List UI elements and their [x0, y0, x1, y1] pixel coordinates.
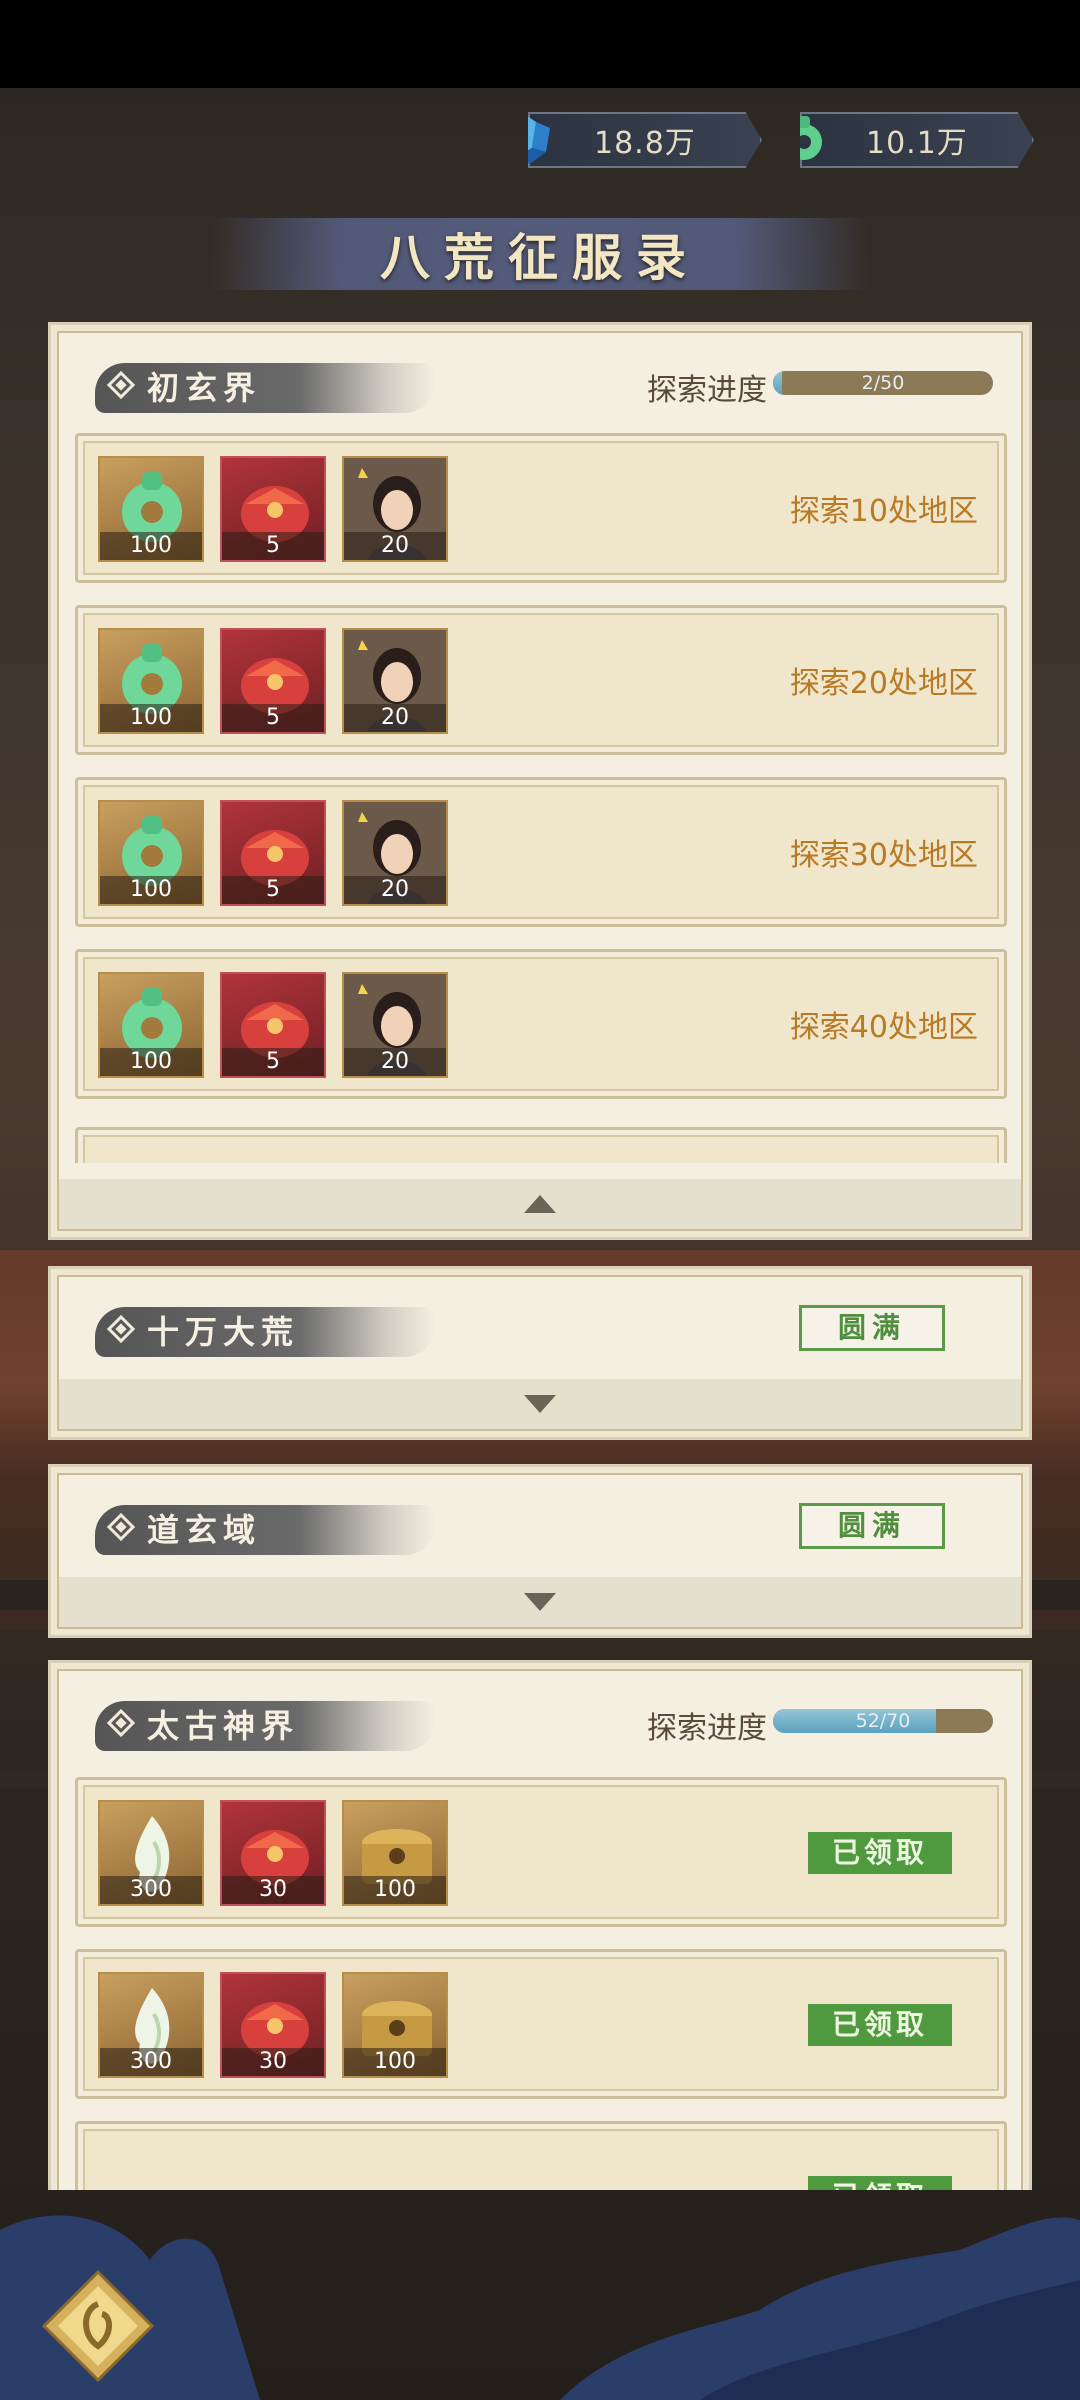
reward-item[interactable]: 5 — [220, 972, 326, 1078]
partial-reward-row — [75, 1127, 1007, 1163]
claimed-badge: 已领取 — [808, 2176, 952, 2190]
reward-quantity: 5 — [222, 1048, 324, 1076]
reward-quantity: 30 — [222, 1876, 324, 1904]
expand-toggle[interactable] — [59, 1379, 1021, 1429]
status-bar — [0, 0, 1080, 88]
reward-row: 100 5 20 探索10处地区 — [75, 433, 1007, 583]
page-title-banner: 八荒征服录 — [210, 218, 870, 290]
reward-item[interactable]: 300 — [98, 1972, 204, 2078]
reward-quantity: 100 — [344, 1876, 446, 1904]
reward-quantity: 100 — [344, 2048, 446, 2076]
reward-item[interactable]: 100 — [98, 800, 204, 906]
reward-quantity: 300 — [100, 2048, 202, 2076]
partial-reward-row: 已领取 — [75, 2121, 1007, 2190]
requirement-text: 探索20处地区 — [789, 666, 978, 701]
region-name: 十万大荒 — [147, 1313, 300, 1351]
reward-item[interactable]: 100 — [98, 456, 204, 562]
reward-item[interactable]: 5 — [220, 456, 326, 562]
reward-item[interactable]: 20 — [342, 972, 448, 1078]
ink-brush-label-bg — [95, 363, 435, 413]
currency-crystal[interactable]: 18.8万 — [528, 112, 762, 168]
region-panel-chuxuanjie: 初玄界 探索进度 2/50 100 5 20 探索10处地区 100 5 20 探索20处地区… — [48, 322, 1032, 1240]
chevron-up-icon — [524, 1195, 556, 1213]
reward-item[interactable]: 5 — [220, 800, 326, 906]
collapse-toggle[interactable] — [59, 1179, 1021, 1229]
currency-jade-value: 10.1万 — [866, 126, 968, 161]
reward-item[interactable]: 100 — [342, 1800, 448, 1906]
reward-item[interactable]: 20 — [342, 456, 448, 562]
reward-item[interactable]: 300 — [98, 1800, 204, 1906]
region-name: 初玄界 — [147, 369, 262, 407]
expand-toggle[interactable] — [59, 1577, 1021, 1627]
chevron-down-icon — [524, 1593, 556, 1611]
reward-quantity: 20 — [344, 532, 446, 560]
claimed-badge: 已领取 — [808, 2004, 952, 2046]
reward-item[interactable]: 30 — [220, 1800, 326, 1906]
reward-row: 300 30 100 已领取 — [75, 1777, 1007, 1927]
progress-label: 探索进度 — [647, 373, 767, 408]
reward-quantity: 5 — [222, 876, 324, 904]
reward-item[interactable]: 100 — [98, 972, 204, 1078]
reward-item[interactable]: 100 — [342, 1972, 448, 2078]
reward-item[interactable]: 20 — [342, 628, 448, 734]
reward-item[interactable]: 20 — [342, 800, 448, 906]
blue-crystal-icon — [528, 114, 550, 164]
reward-item[interactable]: 30 — [220, 1972, 326, 2078]
region-panel-taigushenjie: 太古神界 探索进度 52/70 300 30 100 已领取 300 30 100 已领取 已… — [48, 1660, 1032, 2190]
currency-jade[interactable]: 10.1万 — [800, 112, 1034, 168]
ink-brush-label-bg — [95, 1505, 435, 1555]
reward-item[interactable]: 5 — [220, 628, 326, 734]
chevron-down-icon — [524, 1395, 556, 1413]
progress-bar: 52/70 — [773, 1709, 993, 1733]
region-name: 道玄域 — [147, 1511, 262, 1549]
progress-label: 探索进度 — [647, 1711, 767, 1746]
reward-quantity: 20 — [344, 876, 446, 904]
home-button[interactable] — [42, 2270, 154, 2382]
reward-quantity: 30 — [222, 2048, 324, 2076]
page-title: 八荒征服录 — [380, 228, 700, 287]
requirement-text: 探索30处地区 — [789, 838, 978, 873]
region-name: 太古神界 — [147, 1707, 300, 1745]
region-panel-shiwandahuang: 十万大荒 圆满 — [48, 1266, 1032, 1440]
complete-badge: 圆满 — [799, 1503, 945, 1549]
complete-badge: 圆满 — [799, 1305, 945, 1351]
progress-text: 52/70 — [855, 1710, 911, 1732]
jade-pendant-icon — [800, 116, 822, 160]
progress-bar: 2/50 — [773, 371, 993, 395]
reward-row: 100 5 20 探索20处地区 — [75, 605, 1007, 755]
reward-quantity: 5 — [222, 532, 324, 560]
reward-quantity: 100 — [100, 704, 202, 732]
reward-quantity: 100 — [100, 1048, 202, 1076]
reward-item[interactable]: 100 — [98, 628, 204, 734]
requirement-text: 探索10处地区 — [789, 494, 978, 529]
progress-text: 2/50 — [861, 372, 905, 394]
reward-row: 300 30 100 已领取 — [75, 1949, 1007, 2099]
scroll-viewport[interactable]: 太古神界 探索进度 52/70 300 30 100 已领取 300 30 100 已领取 已… — [0, 1660, 1080, 2190]
reward-quantity: 100 — [100, 532, 202, 560]
region-panel-daoxuanyu: 道玄域 圆满 — [48, 1464, 1032, 1638]
reward-quantity: 20 — [344, 1048, 446, 1076]
reward-quantity: 100 — [100, 876, 202, 904]
reward-row: 100 5 20 探索30处地区 — [75, 777, 1007, 927]
reward-quantity: 20 — [344, 704, 446, 732]
currency-crystal-value: 18.8万 — [594, 126, 696, 161]
claimed-badge: 已领取 — [808, 1832, 952, 1874]
reward-quantity: 300 — [100, 1876, 202, 1904]
requirement-text: 探索40处地区 — [789, 1010, 978, 1045]
cloud-decoration — [0, 2215, 1080, 2400]
reward-row: 100 5 20 探索40处地区 — [75, 949, 1007, 1099]
reward-quantity: 5 — [222, 704, 324, 732]
